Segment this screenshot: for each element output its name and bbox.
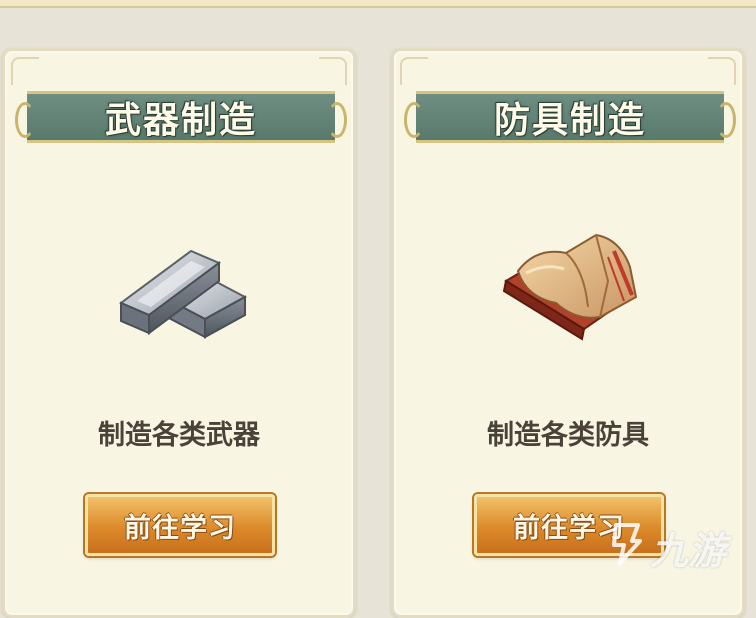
watermark-text: 九游	[649, 531, 726, 573]
top-border	[0, 0, 756, 8]
go-learn-label: 前往学习	[124, 512, 236, 543]
watermark: 九游	[610, 520, 726, 575]
card-description: 制造各类防具	[487, 420, 649, 450]
card-description: 制造各类武器	[98, 420, 260, 450]
card-corner-ornament	[11, 57, 39, 85]
go-learn-label: 前往学习	[513, 512, 625, 543]
card-corner-ornament	[708, 57, 736, 85]
iron-ingot-icon	[107, 211, 257, 361]
card-corner-ornament	[319, 57, 347, 85]
card-corner-ornament	[400, 57, 428, 85]
cloth-bolt-icon	[496, 211, 646, 361]
weapon-crafting-card: 武器制造 制造各类武器 前往学习	[2, 48, 356, 618]
card-title: 防具制造	[493, 99, 646, 140]
nine-game-logo-icon	[610, 521, 644, 575]
card-title: 武器制造	[104, 99, 257, 140]
card-title-banner: 武器制造	[15, 91, 347, 143]
card-title-banner: 防具制造	[404, 91, 736, 143]
go-learn-button[interactable]: 前往学习	[85, 494, 275, 556]
